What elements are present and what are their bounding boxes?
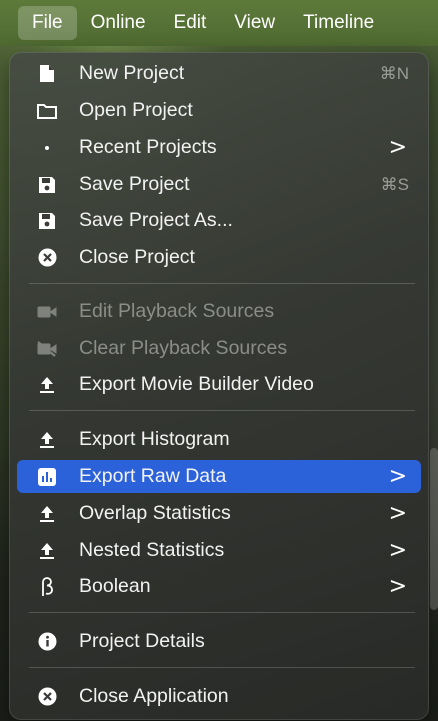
menu-item-export-raw-data[interactable]: Export Raw Data > xyxy=(17,460,421,493)
video-camera-icon xyxy=(37,302,57,322)
folder-icon xyxy=(37,101,57,121)
chevron-right-icon: > xyxy=(388,463,407,489)
menu-item-label: Project Details xyxy=(79,630,205,652)
menu-item-new-project[interactable]: New Project ⌘N xyxy=(17,57,421,90)
chevron-right-icon: > xyxy=(388,500,407,526)
menu-item-label: Open Project xyxy=(79,99,193,121)
menu-item-project-details[interactable]: Project Details xyxy=(17,625,421,658)
export-icon xyxy=(37,541,57,561)
menu-item-label: Close Application xyxy=(79,685,229,707)
chevron-right-icon: > xyxy=(388,134,407,160)
menu-item-edit-playback-sources: Edit Playback Sources xyxy=(17,295,421,328)
menu-item-label: Export Raw Data xyxy=(79,465,227,487)
shortcut-label: ⌘S xyxy=(380,174,409,194)
menu-item-save-project-as[interactable]: Save Project As... xyxy=(17,204,421,237)
document-icon xyxy=(37,64,57,84)
menu-bar: File Online Edit View Timeline xyxy=(0,0,438,46)
menu-item-save-project[interactable]: Save Project ⌘S xyxy=(17,168,421,201)
menubar-online[interactable]: Online xyxy=(77,6,160,40)
menu-item-label: Save Project xyxy=(79,173,190,195)
menubar-view[interactable]: View xyxy=(220,6,289,40)
floppy-disk-icon xyxy=(37,175,57,195)
menu-item-overlap-statistics[interactable]: Overlap Statistics > xyxy=(17,497,421,530)
beta-icon xyxy=(37,576,57,597)
menu-separator xyxy=(29,410,415,411)
menu-item-boolean[interactable]: Boolean > xyxy=(17,570,421,603)
menu-item-nested-statistics[interactable]: Nested Statistics > xyxy=(17,534,421,567)
menubar-edit[interactable]: Edit xyxy=(160,6,221,40)
chevron-right-icon: > xyxy=(388,573,407,599)
menu-item-label: Overlap Statistics xyxy=(79,502,231,524)
menu-separator xyxy=(29,612,415,613)
menu-item-export-movie-builder-video[interactable]: Export Movie Builder Video xyxy=(17,368,421,401)
menu-item-label: Export Histogram xyxy=(79,428,230,450)
menu-item-label: Boolean xyxy=(79,575,151,597)
file-menu: New Project ⌘N Open Project Recent Proje… xyxy=(9,52,429,720)
menu-item-label: Edit Playback Sources xyxy=(79,300,275,322)
menu-item-open-project[interactable]: Open Project xyxy=(17,94,421,127)
menu-item-label: Clear Playback Sources xyxy=(79,337,288,359)
video-camera-off-icon xyxy=(37,339,57,359)
menu-item-label: New Project xyxy=(79,62,185,84)
export-icon xyxy=(37,375,57,395)
menu-item-label: Close Project xyxy=(79,246,195,268)
close-circle-icon xyxy=(37,687,57,707)
floppy-disk-icon xyxy=(37,211,57,231)
dot-icon xyxy=(37,138,57,158)
close-circle-icon xyxy=(37,248,57,268)
menu-separator xyxy=(29,667,415,668)
chevron-right-icon: > xyxy=(388,537,407,563)
scrollbar[interactable] xyxy=(430,448,438,610)
menu-item-close-application[interactable]: Close Application xyxy=(17,680,421,713)
menu-separator xyxy=(29,283,415,284)
menubar-timeline[interactable]: Timeline xyxy=(289,6,388,40)
menu-item-label: Export Movie Builder Video xyxy=(79,373,314,395)
menu-item-label: Nested Statistics xyxy=(79,539,225,561)
menu-item-recent-projects[interactable]: Recent Projects > xyxy=(17,131,421,164)
menu-item-label: Recent Projects xyxy=(79,136,217,158)
menu-item-clear-playback-sources: Clear Playback Sources xyxy=(17,332,421,365)
info-icon xyxy=(37,632,57,652)
export-icon xyxy=(37,504,57,524)
menu-item-close-project[interactable]: Close Project xyxy=(17,241,421,274)
shortcut-label: ⌘N xyxy=(379,63,409,83)
bar-chart-icon xyxy=(37,467,57,487)
export-icon xyxy=(37,430,57,450)
menu-item-export-histogram[interactable]: Export Histogram xyxy=(17,423,421,456)
menu-item-label: Save Project As... xyxy=(79,209,233,231)
menubar-file[interactable]: File xyxy=(18,6,77,40)
